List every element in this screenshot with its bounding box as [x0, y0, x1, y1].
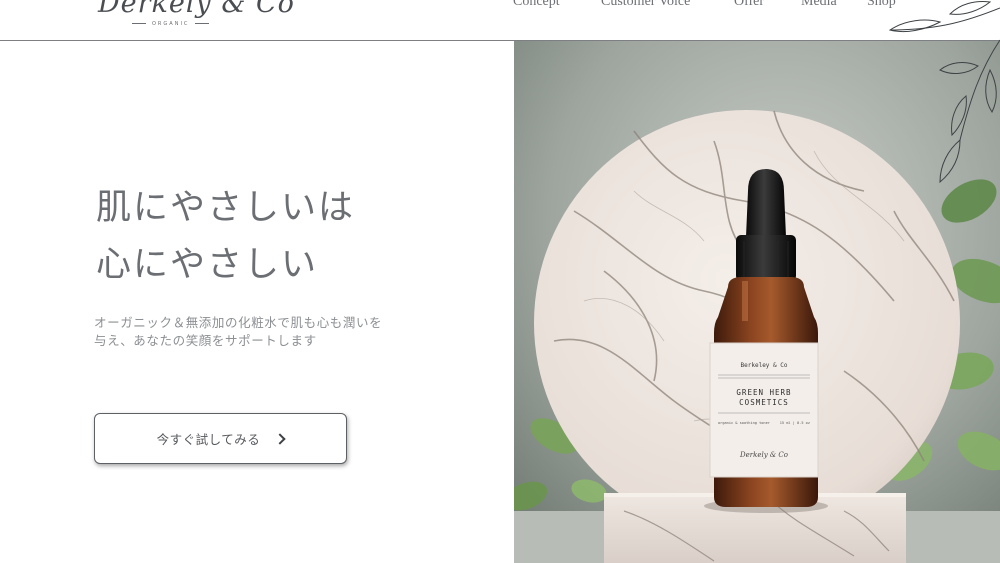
product-scene: Berkeley & Co GREEN HERB COSMETICS organ… [514, 41, 1000, 563]
hero-headline: 肌にやさしいは 心にやさしい [96, 180, 355, 294]
label-name-2: COSMETICS [739, 398, 789, 407]
hero-subcopy: オーガニック＆無添加の化粧水で肌も心も潤いを 与え、あなたの笑顔をサポートします [94, 314, 382, 350]
nav-shop[interactable]: Shop [867, 0, 896, 10]
hero-product-image: Berkeley & Co GREEN HERB COSMETICS organ… [514, 41, 1000, 563]
label-small-right: 15 ml | 0.5 oz [780, 421, 810, 425]
try-now-button[interactable]: 今すぐ試してみる [94, 413, 347, 464]
subcopy-line-1: オーガニック＆無添加の化粧水で肌も心も潤いを [94, 315, 383, 330]
nav-offer[interactable]: Offer [734, 0, 764, 10]
chevron-right-icon [274, 432, 286, 445]
try-now-label: 今すぐ試してみる [156, 432, 261, 447]
label-brand: Berkeley & Co [741, 362, 788, 369]
label-name-1: GREEN HERB [736, 388, 791, 397]
label-small-left: organic & soothing toner [718, 421, 771, 425]
subcopy-line-2: 与え、あなたの笑顔をサポートします [94, 333, 317, 348]
logo-script: Derkely & Co [98, 0, 295, 19]
nav-media[interactable]: Media [801, 0, 837, 10]
nav-customer-voice[interactable]: Customer Voice [601, 0, 690, 10]
label-signature: Derkely & Co [739, 451, 788, 459]
brand-logo[interactable]: Derkely & Co ORGANIC [96, 0, 294, 38]
nav-concept[interactable]: Concept [513, 0, 560, 10]
headline-line-1: 肌にやさしいは [96, 188, 356, 228]
headline-line-2: 心にやさしい [96, 245, 319, 285]
logo-subtitle: ORGANIC [126, 21, 215, 27]
site-header: Derkely & Co ORGANIC Concept Customer Vo… [0, 0, 1000, 41]
